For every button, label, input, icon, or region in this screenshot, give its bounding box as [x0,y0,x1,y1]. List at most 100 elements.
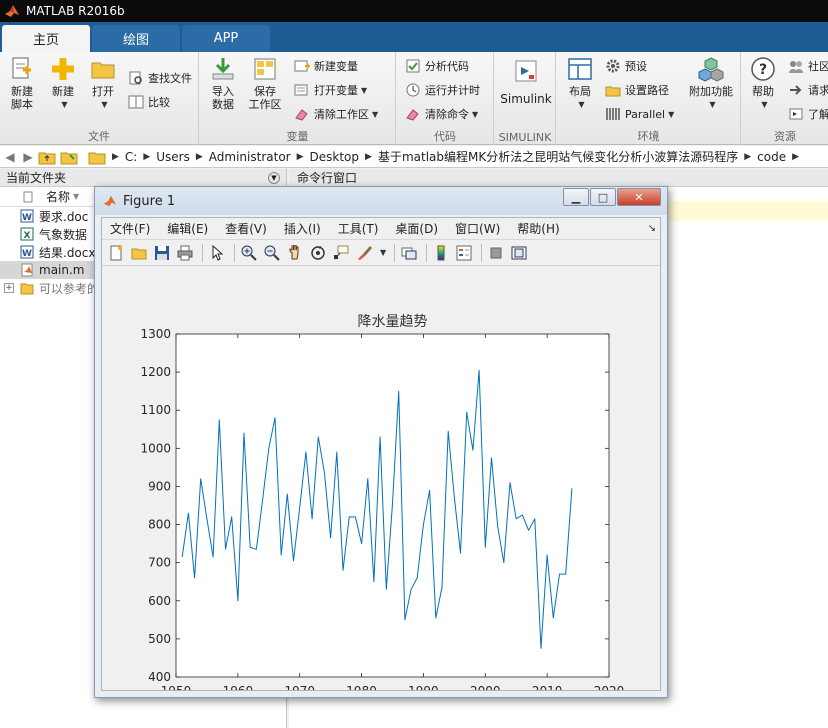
open-button[interactable]: 打开 ▼ [86,56,120,111]
save-workspace-button[interactable]: 保存 工作区 [246,56,284,111]
preferences-button[interactable]: 预设 [605,56,647,76]
word-file-icon: W [20,209,34,223]
back-arrow-icon[interactable]: ◀ [2,150,18,164]
zoom-in-button[interactable] [239,243,259,263]
print-button[interactable] [175,243,195,263]
learn-button[interactable]: 了解 [788,104,828,124]
compare-button[interactable]: 比较 [128,92,170,112]
parallel-dropdown-icon[interactable]: ▼ [668,110,674,119]
zoom-out-icon [264,245,280,261]
simulink-button[interactable]: Simulink [499,58,553,106]
crumb-administrator[interactable]: Administrator [209,150,291,164]
maximize-button[interactable]: □ [590,188,616,206]
addons-button[interactable]: 附加功能 ▼ [685,56,737,111]
parallel-button[interactable]: Parallel ▼ [605,104,674,124]
rotate-button[interactable] [308,243,328,263]
up-folder-icon[interactable] [38,149,56,165]
crumb-desktop[interactable]: Desktop [310,150,360,164]
find-files-icon [129,71,142,85]
open-file-button[interactable] [129,243,149,263]
menu-tools[interactable]: 工具(T) [338,220,379,237]
crumb-drive[interactable]: C: [125,150,137,164]
variable-group: 导入 数据 保存 工作区 新建变量 打开变量 ▼ 清除工作区 ▼ 变量 [200,52,396,145]
brush-button[interactable] [354,243,374,263]
run-and-time-button[interactable]: 运行并计时 [405,80,480,100]
legend-button[interactable] [454,243,474,263]
open-variable-button[interactable]: 打开变量 ▼ [294,80,367,100]
menu-insert[interactable]: 插入(I) [284,220,321,237]
zoom-out-button[interactable] [262,243,282,263]
browse-folder-icon[interactable] [60,149,78,165]
excel-file-icon: X [20,227,34,241]
pan-button[interactable] [285,243,305,263]
help-icon: ? [751,57,775,81]
layout-button[interactable]: 布局 ▼ [563,56,597,111]
find-files-label: 查找文件 [148,72,192,85]
layout-dropdown-icon[interactable]: ▼ [578,98,584,111]
new-dropdown-icon[interactable]: ▼ [61,98,67,111]
crumb-users[interactable]: Users [156,150,190,164]
clear-workspace-button[interactable]: 清除工作区 ▼ [294,104,378,124]
menu-help[interactable]: 帮助(H) [517,220,559,237]
find-files-button[interactable]: 查找文件 [128,68,192,88]
open-variable-dropdown-icon[interactable]: ▼ [361,86,367,95]
tab-apps[interactable]: APP [182,25,270,52]
crumb-separator-icon: ▶ [195,151,203,162]
x-tick-label: 2010 [532,684,563,690]
crumb-separator-icon: ▶ [365,151,372,162]
matlab-logo-icon [103,195,117,207]
addons-dropdown-icon[interactable]: ▼ [709,98,715,111]
new-variable-label: 新建变量 [314,60,358,73]
minimize-button[interactable]: ▁ [563,188,589,206]
pan-icon [289,244,299,259]
expand-icon[interactable]: + [4,283,14,293]
precipitation-trend-chart[interactable]: 降水量趋势 1950 1960 1970 1980 1990 2000 2010 2020 4… [102,268,660,698]
print-icon [177,245,193,260]
open-label: 打开 [92,85,114,98]
crumb-project[interactable]: 基于matlab编程MK分析法之昆明站气候变化分析小波算法源码程序 [378,148,738,165]
help-button[interactable]: ? 帮助 ▼ [748,56,778,111]
colorbar-button[interactable] [431,243,451,263]
hide-plot-tools-button[interactable] [486,243,506,263]
dock-arrow-icon[interactable]: ↘ [648,223,656,234]
save-workspace-icon [254,58,276,80]
request-button[interactable]: 请求 [788,80,828,100]
new-script-button[interactable]: 新建 脚本 [6,56,38,111]
current-folder-title: 当前文件夹 [6,171,67,185]
clear-workspace-dropdown-icon[interactable]: ▼ [372,110,378,119]
data-cursor-button[interactable] [331,243,351,263]
close-button[interactable]: ✕ [617,188,661,206]
file-name: 结果.docx [39,245,96,260]
pointer-button[interactable] [207,243,227,263]
new-variable-button[interactable]: 新建变量 [294,56,358,76]
menu-desktop[interactable]: 桌面(D) [395,220,438,237]
link-button[interactable] [399,243,419,263]
clear-commands-dropdown-icon[interactable]: ▼ [472,110,478,119]
tab-plots[interactable]: 绘图 [92,25,180,52]
import-data-button[interactable]: 导入 数据 [206,56,240,111]
show-plot-tools-button[interactable] [509,243,529,263]
preferences-label: 预设 [625,60,647,73]
open-dropdown-icon[interactable]: ▼ [101,98,107,111]
app-titlebar: MATLAB R2016b [0,0,828,22]
clear-commands-icon [406,109,419,121]
tab-home[interactable]: 主页 [2,25,90,52]
crumb-code[interactable]: code [757,150,786,164]
crumb-separator-icon: ▶ [296,151,304,162]
help-dropdown-icon[interactable]: ▼ [761,98,767,111]
menu-view[interactable]: 查看(V) [225,220,267,237]
panel-options-icon[interactable]: ▼ [268,171,280,184]
forward-arrow-icon[interactable]: ▶ [20,150,36,164]
brush-dropdown-icon[interactable]: ▼ [380,248,386,257]
community-button[interactable]: 社区 [788,56,828,76]
clear-commands-button[interactable]: 清除命令 ▼ [405,104,478,124]
analyze-code-button[interactable]: 分析代码 [405,56,469,76]
menu-window[interactable]: 窗口(W) [455,220,500,237]
new-button[interactable]: 新建 ▼ [46,56,80,111]
set-path-button[interactable]: 设置路径 [605,80,669,100]
menu-file[interactable]: 文件(F) [110,220,150,237]
figure-titlebar[interactable]: Figure 1 ▁ □ ✕ [95,187,667,215]
menu-edit[interactable]: 编辑(E) [167,220,208,237]
save-button[interactable] [152,243,172,263]
new-figure-button[interactable] [106,243,126,263]
